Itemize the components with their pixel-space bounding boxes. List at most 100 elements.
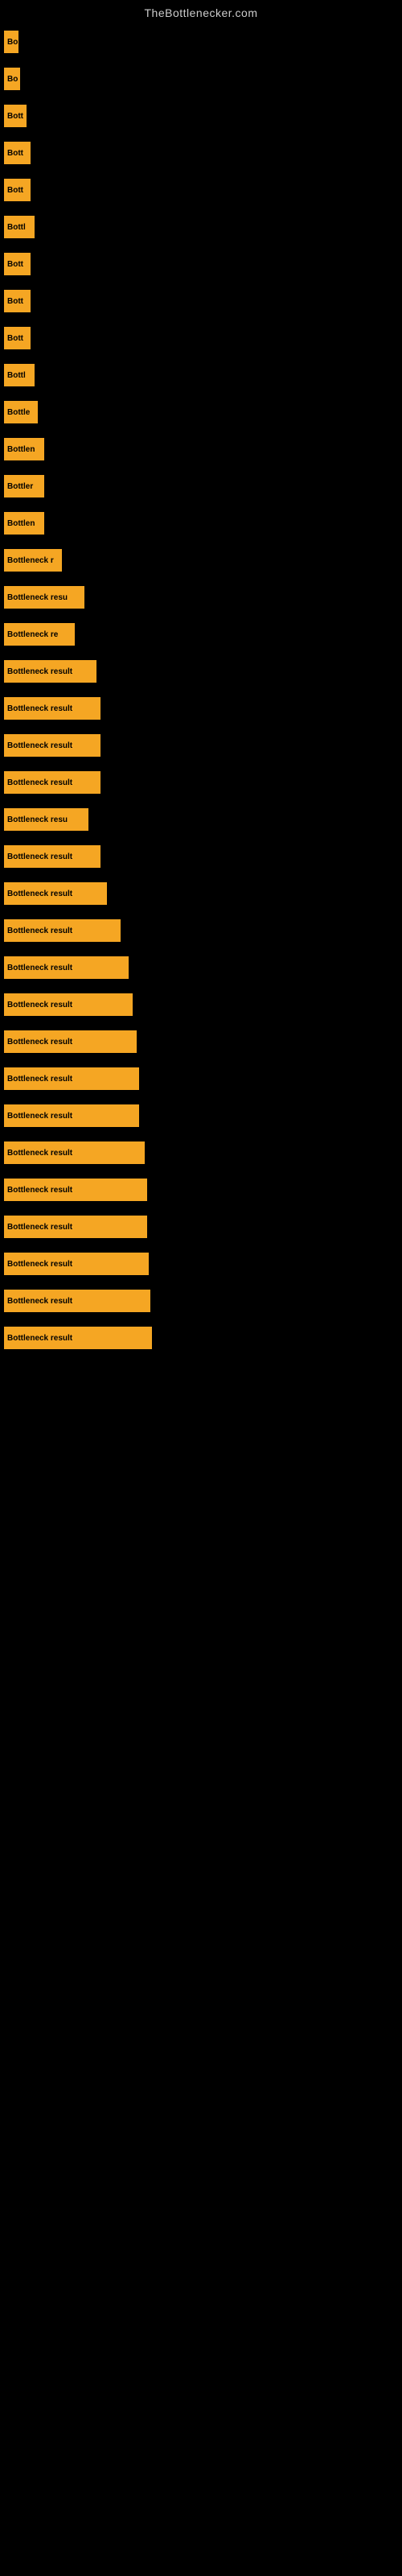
bar-label-15: Bottleneck r [7, 556, 54, 565]
bar-28: Bottleneck result [4, 1030, 137, 1053]
bar-row: Bottleneck result [0, 1216, 402, 1238]
bar-31: Bottleneck result [4, 1141, 145, 1164]
bar-row: Bottleneck result [0, 1290, 402, 1312]
bar-row: Bottleneck result [0, 1179, 402, 1201]
bar-label-30: Bottleneck result [7, 1112, 72, 1121]
bar-29: Bottleneck result [4, 1067, 139, 1090]
bar-row: Bott [0, 105, 402, 127]
bar-row: Bottleneck result [0, 1141, 402, 1164]
bar-label-34: Bottleneck result [7, 1260, 72, 1269]
bar-17: Bottleneck re [4, 623, 75, 646]
bar-row: Bottleneck result [0, 660, 402, 683]
bar-row: Bottl [0, 216, 402, 238]
bar-label-23: Bottleneck result [7, 852, 72, 861]
bars-container: Bo Bo Bott Bott Bott Bottl Bott Bott Bott Bottl Bo… [0, 23, 402, 1364]
bar-row: Bo [0, 31, 402, 53]
bar-13: Bottler [4, 475, 44, 497]
bar-23: Bottleneck result [4, 845, 100, 868]
bar-row: Bottleneck result [0, 956, 402, 979]
bar-34: Bottleneck result [4, 1253, 149, 1275]
bar-row: Bottleneck result [0, 1327, 402, 1349]
bar-10: Bottl [4, 364, 35, 386]
bar-label-16: Bottleneck resu [7, 593, 68, 602]
bar-32: Bottleneck result [4, 1179, 147, 1201]
bar-row: Bott [0, 253, 402, 275]
bar-1: Bo [4, 31, 18, 53]
bar-row: Bott [0, 290, 402, 312]
bar-label-2: Bo [7, 75, 18, 84]
bar-label-25: Bottleneck result [7, 927, 72, 935]
bar-3: Bott [4, 105, 27, 127]
bar-8: Bott [4, 290, 31, 312]
bar-row: Bottlen [0, 438, 402, 460]
bar-label-5: Bott [7, 186, 23, 195]
bar-label-32: Bottleneck result [7, 1186, 72, 1195]
bar-row: Bottleneck result [0, 1104, 402, 1127]
bar-30: Bottleneck result [4, 1104, 139, 1127]
bar-row: Bottleneck r [0, 549, 402, 572]
bar-27: Bottleneck result [4, 993, 133, 1016]
bar-label-33: Bottleneck result [7, 1223, 72, 1232]
bar-9: Bott [4, 327, 31, 349]
bar-row: Bottleneck result [0, 882, 402, 905]
bar-12: Bottlen [4, 438, 44, 460]
bar-label-22: Bottleneck resu [7, 815, 68, 824]
bar-row: Bottl [0, 364, 402, 386]
bar-19: Bottleneck result [4, 697, 100, 720]
bar-24: Bottleneck result [4, 882, 107, 905]
bar-label-27: Bottleneck result [7, 1001, 72, 1009]
bar-label-12: Bottlen [7, 445, 35, 454]
bar-6: Bottl [4, 216, 35, 238]
bar-row: Bottle [0, 401, 402, 423]
bar-label-7: Bott [7, 260, 23, 269]
bar-label-19: Bottleneck result [7, 704, 72, 713]
bar-label-18: Bottleneck result [7, 667, 72, 676]
bar-row: Bo [0, 68, 402, 90]
bar-label-26: Bottleneck result [7, 964, 72, 972]
bar-label-11: Bottle [7, 408, 30, 417]
bar-row: Bottleneck result [0, 1067, 402, 1090]
bar-row: Bott [0, 179, 402, 201]
bar-14: Bottlen [4, 512, 44, 535]
bar-label-13: Bottler [7, 482, 33, 491]
bar-label-14: Bottlen [7, 519, 35, 528]
bar-row: Bottlen [0, 512, 402, 535]
bar-row: Bottleneck result [0, 734, 402, 757]
bar-33: Bottleneck result [4, 1216, 147, 1238]
bar-row: Bottleneck result [0, 697, 402, 720]
bar-15: Bottleneck r [4, 549, 62, 572]
bar-row: Bottler [0, 475, 402, 497]
bar-20: Bottleneck result [4, 734, 100, 757]
bar-label-31: Bottleneck result [7, 1149, 72, 1158]
bar-row: Bottleneck result [0, 1253, 402, 1275]
bar-row: Bottleneck resu [0, 808, 402, 831]
bar-row: Bottleneck result [0, 771, 402, 794]
bar-label-20: Bottleneck result [7, 741, 72, 750]
bar-26: Bottleneck result [4, 956, 129, 979]
bar-label-4: Bott [7, 149, 23, 158]
bar-label-8: Bott [7, 297, 23, 306]
bar-5: Bott [4, 179, 31, 201]
bar-21: Bottleneck result [4, 771, 100, 794]
bar-row: Bottleneck result [0, 1030, 402, 1053]
bar-label-36: Bottleneck result [7, 1334, 72, 1343]
bar-label-24: Bottleneck result [7, 890, 72, 898]
bar-label-10: Bottl [7, 371, 26, 380]
bar-25: Bottleneck result [4, 919, 121, 942]
bar-row: Bottleneck result [0, 845, 402, 868]
bar-label-17: Bottleneck re [7, 630, 58, 639]
bar-row: Bottleneck result [0, 993, 402, 1016]
bar-22: Bottleneck resu [4, 808, 88, 831]
bar-label-35: Bottleneck result [7, 1297, 72, 1306]
bar-2: Bo [4, 68, 20, 90]
bar-label-9: Bott [7, 334, 23, 343]
bar-label-1: Bo [7, 38, 18, 47]
bar-row: Bott [0, 327, 402, 349]
bar-label-3: Bott [7, 112, 23, 121]
site-title: TheBottlenecker.com [0, 0, 402, 23]
bar-11: Bottle [4, 401, 38, 423]
bar-18: Bottleneck result [4, 660, 96, 683]
bar-7: Bott [4, 253, 31, 275]
bar-row: Bottleneck re [0, 623, 402, 646]
bar-row: Bottleneck result [0, 919, 402, 942]
